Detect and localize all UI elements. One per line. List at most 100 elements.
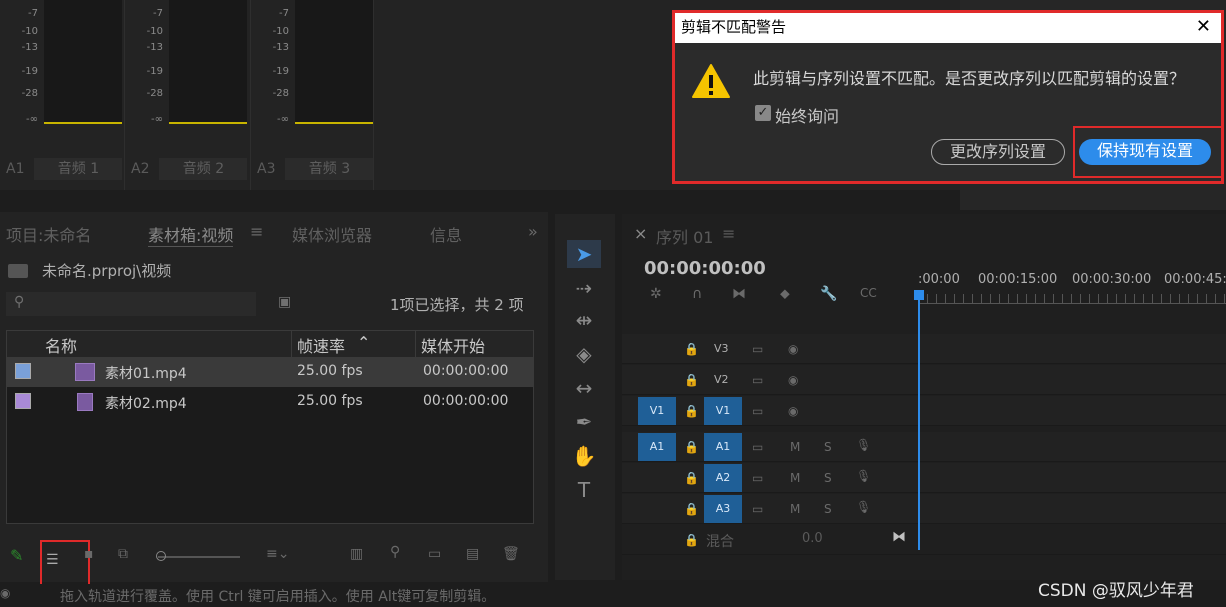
sync-icon[interactable]: ▭ <box>752 440 763 454</box>
marker-icon[interactable]: ⬥ <box>780 286 790 302</box>
icon-view-icon[interactable]: ▪ <box>84 546 94 562</box>
new-bin-icon[interactable]: ▭ <box>428 546 441 562</box>
track-v1[interactable]: V1 🔒 V1 ▭ ◉ <box>622 396 1226 426</box>
sync-icon[interactable]: ▭ <box>752 342 763 356</box>
label-color[interactable] <box>15 363 31 379</box>
track-v3[interactable]: 🔒 V3 ▭ ◉ <box>622 334 1226 364</box>
track-a1[interactable]: A1 🔒 A1 ▭ M S 🎙 <box>622 432 1226 462</box>
mic-icon[interactable]: 🎙 <box>856 500 871 514</box>
razor-tool-icon[interactable]: ◈ <box>567 340 601 368</box>
type-tool-icon[interactable]: T <box>567 476 601 504</box>
clip-name: 素材02.mp4 <box>105 396 187 412</box>
track-target-a2[interactable]: A2 <box>704 464 742 492</box>
new-item-icon[interactable]: ▤ <box>466 546 479 562</box>
time-ruler[interactable] <box>918 294 1226 304</box>
lock-icon[interactable]: 🔒 <box>684 471 699 485</box>
sort-icon[interactable]: ≡⌄ <box>266 546 289 562</box>
tab-project[interactable]: 项目:未命名 <box>6 222 91 246</box>
eye-icon[interactable]: ◉ <box>788 404 798 418</box>
sync-icon[interactable]: ▭ <box>752 471 763 485</box>
track-select-tool-icon[interactable]: ⇢ <box>567 274 601 302</box>
keep-settings-button[interactable]: 保持现有设置 <box>1079 139 1211 165</box>
selection-tool-icon[interactable]: ➤ <box>567 240 601 268</box>
track-target-a1[interactable]: A1 <box>704 433 742 461</box>
lock-icon[interactable]: 🔒 <box>684 373 699 387</box>
track-mix[interactable]: 🔒 混合 0.0 ⧓ <box>622 525 1226 555</box>
linked-selection-icon[interactable]: ⧓ <box>732 286 746 302</box>
track-target-v1[interactable]: V1 <box>704 397 742 425</box>
tab-bin[interactable]: 素材箱:视频 <box>148 222 234 247</box>
project-panel: 项目:未命名 素材箱:视频 ≡ 媒体浏览器 信息 » 未命名.prproj\视频… <box>0 212 548 588</box>
sync-icon[interactable]: ▭ <box>752 502 763 516</box>
captions-icon[interactable]: CC <box>860 286 877 300</box>
table-row[interactable]: 素材02.mp4 25.00 fps 00:00:00:00 <box>7 387 533 417</box>
search-input[interactable]: ⚲ <box>6 292 256 316</box>
list-view-button[interactable]: ☰ <box>40 540 90 588</box>
channel-name[interactable]: 音频 1 <box>34 158 123 180</box>
sequence-menu-icon[interactable]: ≡ <box>722 224 735 243</box>
lock-icon[interactable]: 🔒 <box>684 342 699 356</box>
mute-button[interactable]: M <box>790 471 800 485</box>
lock-icon[interactable]: 🔒 <box>684 404 699 418</box>
playhead-handle[interactable] <box>914 290 924 300</box>
zoom-slider[interactable] <box>156 551 240 561</box>
snap-icon[interactable]: ✲ <box>650 286 662 302</box>
playhead[interactable] <box>918 290 920 550</box>
label-color[interactable] <box>15 393 31 409</box>
change-sequence-button[interactable]: 更改序列设置 <box>931 139 1065 165</box>
trash-icon[interactable]: 🗑 <box>502 546 520 562</box>
sequence-tab[interactable]: 序列 01 <box>656 224 713 248</box>
lock-icon[interactable]: 🔒 <box>684 440 699 454</box>
eye-icon[interactable]: ◉ <box>788 342 798 356</box>
mic-icon[interactable]: 🎙 <box>856 438 871 452</box>
lock-icon[interactable]: 🔒 <box>684 502 699 516</box>
channel-id: A2 <box>131 161 150 177</box>
hand-tool-icon[interactable]: ✋ <box>567 442 601 470</box>
always-ask-checkbox[interactable]: ✓ <box>755 105 771 121</box>
pencil-icon[interactable]: ✎ <box>10 546 23 565</box>
mute-button[interactable]: M <box>790 502 800 516</box>
channel-name[interactable]: 音频 2 <box>159 158 248 180</box>
table-row[interactable]: 素材01.mp4 25.00 fps 00:00:00:00 <box>7 357 533 387</box>
new-search-bin-icon[interactable]: ▣ <box>278 294 291 310</box>
close-sequence-icon[interactable]: × <box>634 224 647 243</box>
slip-tool-icon[interactable]: ↔ <box>567 374 601 402</box>
sync-icon[interactable]: ▭ <box>752 404 763 418</box>
close-icon[interactable]: ✕ <box>1196 13 1211 41</box>
sync-icon[interactable]: ▭ <box>752 373 763 387</box>
track-a2[interactable]: 🔒 A2 ▭ M S 🎙 <box>622 463 1226 493</box>
freeform-view-icon[interactable]: ⧉ <box>118 546 128 562</box>
column-media-start[interactable]: 媒体开始 <box>421 333 485 357</box>
automate-icon[interactable]: ▥ <box>350 546 363 562</box>
solo-button[interactable]: S <box>824 440 832 454</box>
track-a3[interactable]: 🔒 A3 ▭ M S 🎙 <box>622 494 1226 524</box>
source-patch-a1[interactable]: A1 <box>638 433 676 461</box>
channel-name[interactable]: 音频 3 <box>285 158 374 180</box>
track-target-a3[interactable]: A3 <box>704 495 742 523</box>
mix-volume[interactable]: 0.0 <box>802 531 823 546</box>
menu-icon[interactable]: ≡ <box>250 222 263 241</box>
mic-icon[interactable]: 🎙 <box>856 469 871 483</box>
pen-tool-icon[interactable]: ✒ <box>567 408 601 436</box>
lock-icon[interactable]: 🔒 <box>684 533 699 547</box>
tab-info[interactable]: 信息 <box>430 222 462 246</box>
bowtie-icon[interactable]: ⧓ <box>892 529 906 545</box>
column-fps[interactable]: 帧速率 <box>297 333 345 357</box>
eye-icon[interactable]: ◉ <box>788 373 798 387</box>
magnet-icon[interactable]: ∩ <box>692 286 702 302</box>
mute-button[interactable]: M <box>790 440 800 454</box>
slider-handle[interactable] <box>156 551 166 561</box>
clip-list: 名称 帧速率 ⌃ 媒体开始 素材01.mp4 25.00 fps 00:00:0… <box>6 330 534 524</box>
column-name[interactable]: 名称 <box>45 333 77 357</box>
source-patch-v1[interactable]: V1 <box>638 397 676 425</box>
solo-button[interactable]: S <box>824 471 832 485</box>
find-icon[interactable]: ⚲ <box>390 544 400 560</box>
db-label: -10 <box>21 26 38 37</box>
playhead-timecode[interactable]: 00:00:00:00 <box>644 258 766 279</box>
ripple-edit-tool-icon[interactable]: ⇹ <box>567 306 601 334</box>
tab-media-browser[interactable]: 媒体浏览器 <box>292 222 372 246</box>
track-v2[interactable]: 🔒 V2 ▭ ◉ <box>622 365 1226 395</box>
wrench-icon[interactable]: 🔧 <box>820 286 837 302</box>
overflow-icon[interactable]: » <box>528 222 538 241</box>
solo-button[interactable]: S <box>824 502 832 516</box>
